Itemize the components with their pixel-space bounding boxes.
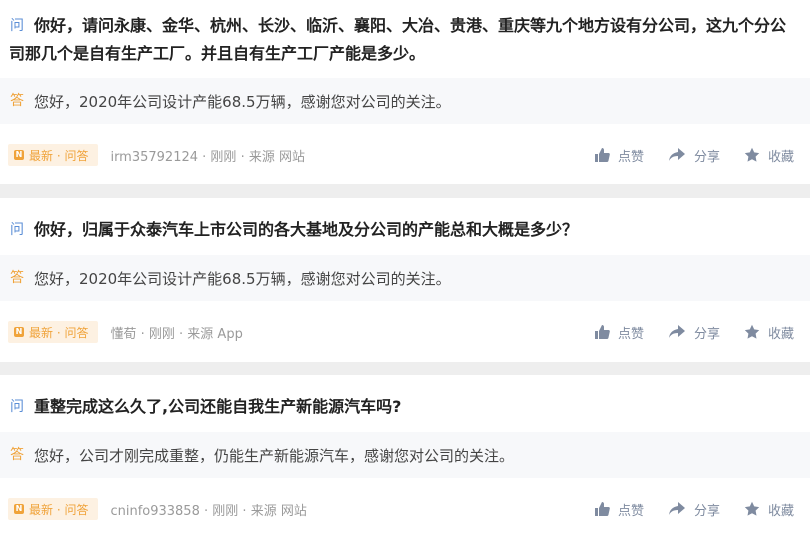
star-icon [744, 324, 760, 339]
meta-row: N 最新 · 问答 cninfo933858 · 刚刚 · 来源 网站 点赞 分… [0, 497, 810, 521]
share-label: 分享 [693, 503, 720, 519]
post-source: 来源 网站 [248, 149, 305, 165]
share-label: 分享 [693, 149, 720, 165]
action-bar: 点赞 分享 收藏 [594, 500, 794, 519]
favorite-label: 收藏 [767, 326, 794, 342]
favorite-label: 收藏 [767, 503, 794, 519]
question-tag: 问 [10, 18, 24, 34]
meta-row: N 最新 · 问答 懂荀 · 刚刚 · 来源 App 点赞 分享 收藏 [0, 320, 810, 344]
favorite-button[interactable]: 收藏 [744, 146, 794, 165]
post-source: 来源 App [187, 326, 243, 342]
share-button[interactable]: 分享 [668, 323, 720, 342]
favorite-button[interactable]: 收藏 [744, 500, 794, 519]
like-label: 点赞 [617, 503, 644, 519]
question-tag: 问 [10, 399, 24, 415]
badge-label: 最新 · 问答 [29, 325, 89, 340]
meta-info: cninfo933858 · 刚刚 · 来源 网站 [110, 503, 307, 519]
star-icon [744, 147, 760, 162]
like-label: 点赞 [617, 326, 644, 342]
answer-tag: 答 [10, 93, 24, 109]
post-source: 来源 网站 [250, 503, 307, 519]
answer-text: 您好，公司才刚完成重整，仍能生产新能源汽车，感谢您对公司的关注。 [34, 446, 515, 465]
answer-text: 您好，2020年公司设计产能68.5万辆，感谢您对公司的关注。 [34, 269, 451, 288]
post-time: 刚刚 [210, 149, 237, 165]
share-arrow-icon [668, 148, 685, 161]
answer-text: 您好，2020年公司设计产能68.5万辆，感谢您对公司的关注。 [34, 92, 451, 111]
star-icon [744, 501, 760, 516]
badge-label: 最新 · 问答 [29, 148, 89, 163]
user-name[interactable]: 懂荀 [110, 327, 136, 342]
new-icon: N [14, 327, 24, 337]
question-line-2: 司那几个是自有生产工厂。并且自有生产工厂产能是多少。 [9, 44, 426, 63]
like-button[interactable]: 点赞 [594, 146, 644, 165]
question-tag: 问 [10, 222, 24, 238]
user-name[interactable]: irm35792124 [110, 150, 198, 165]
qa-feed: 问 你好，请问永康、金华、杭州、长沙、临沂、襄阳、大冶、贵港、重庆等九个地方设有… [0, 0, 810, 547]
question-text[interactable]: 重整完成这么久了,公司还能自我生产新能源汽车吗? [34, 393, 415, 421]
share-arrow-icon [668, 325, 685, 338]
like-label: 点赞 [617, 149, 644, 165]
action-bar: 点赞 分享 收藏 [594, 146, 794, 165]
meta-info: 懂荀 · 刚刚 · 来源 App [110, 326, 243, 342]
answer-box: 答 您好，2020年公司设计产能68.5万辆，感谢您对公司的关注。 [0, 255, 810, 301]
post-time: 刚刚 [212, 503, 239, 519]
like-button[interactable]: 点赞 [594, 500, 644, 519]
answer-box: 答 您好，2020年公司设计产能68.5万辆，感谢您对公司的关注。 [0, 78, 810, 124]
favorite-label: 收藏 [767, 149, 794, 165]
new-icon: N [14, 150, 24, 160]
qa-card: 问 重整完成这么久了,公司还能自我生产新能源汽车吗? 答 您好，公司才刚完成重整… [0, 375, 810, 547]
share-arrow-icon [668, 502, 685, 515]
qa-card: 问 你好，归属于众泰汽车上市公司的各大基地及分公司的产能总和大概是多少？ 答 您… [0, 198, 810, 362]
answer-tag: 答 [10, 447, 24, 463]
thumb-up-icon [594, 502, 610, 516]
post-time: 刚刚 [148, 326, 175, 342]
new-icon: N [14, 504, 24, 514]
question-text[interactable]: 你好，请问永康、金华、杭州、长沙、临沂、襄阳、大冶、贵港、重庆等九个地方设有分公… [34, 12, 800, 40]
latest-qa-badge: N 最新 · 问答 [8, 321, 99, 343]
question-text[interactable]: 你好，归属于众泰汽车上市公司的各大基地及分公司的产能总和大概是多少？ [34, 216, 592, 244]
qa-card: 问 你好，请问永康、金华、杭州、长沙、临沂、襄阳、大冶、贵港、重庆等九个地方设有… [0, 0, 810, 184]
meta-info: irm35792124 · 刚刚 · 来源 网站 [110, 149, 305, 165]
share-button[interactable]: 分享 [668, 146, 720, 165]
share-button[interactable]: 分享 [668, 500, 720, 519]
user-name[interactable]: cninfo933858 [110, 504, 199, 519]
action-bar: 点赞 分享 收藏 [594, 323, 794, 342]
thumb-up-icon [594, 325, 610, 339]
meta-row: N 最新 · 问答 irm35792124 · 刚刚 · 来源 网站 点赞 分享 [0, 143, 810, 167]
latest-qa-badge: N 最新 · 问答 [8, 498, 99, 520]
share-label: 分享 [693, 326, 720, 342]
thumb-up-icon [594, 148, 610, 162]
question-row[interactable]: 问 重整完成这么久了,公司还能自我生产新能源汽车吗? [0, 393, 810, 421]
question-row[interactable]: 问 你好，请问永康、金华、杭州、长沙、临沂、襄阳、大冶、贵港、重庆等九个地方设有… [0, 12, 810, 40]
question-row[interactable]: 问 你好，归属于众泰汽车上市公司的各大基地及分公司的产能总和大概是多少？ [0, 216, 810, 244]
question-line-1: 你好，请问永康、金华、杭州、长沙、临沂、襄阳、大冶、贵港、重庆等九个地方设有分公… [34, 16, 787, 35]
latest-qa-badge: N 最新 · 问答 [8, 144, 99, 166]
answer-box: 答 您好，公司才刚完成重整，仍能生产新能源汽车，感谢您对公司的关注。 [0, 432, 810, 478]
like-button[interactable]: 点赞 [594, 323, 644, 342]
answer-tag: 答 [10, 270, 24, 286]
favorite-button[interactable]: 收藏 [744, 323, 794, 342]
badge-label: 最新 · 问答 [29, 502, 89, 517]
